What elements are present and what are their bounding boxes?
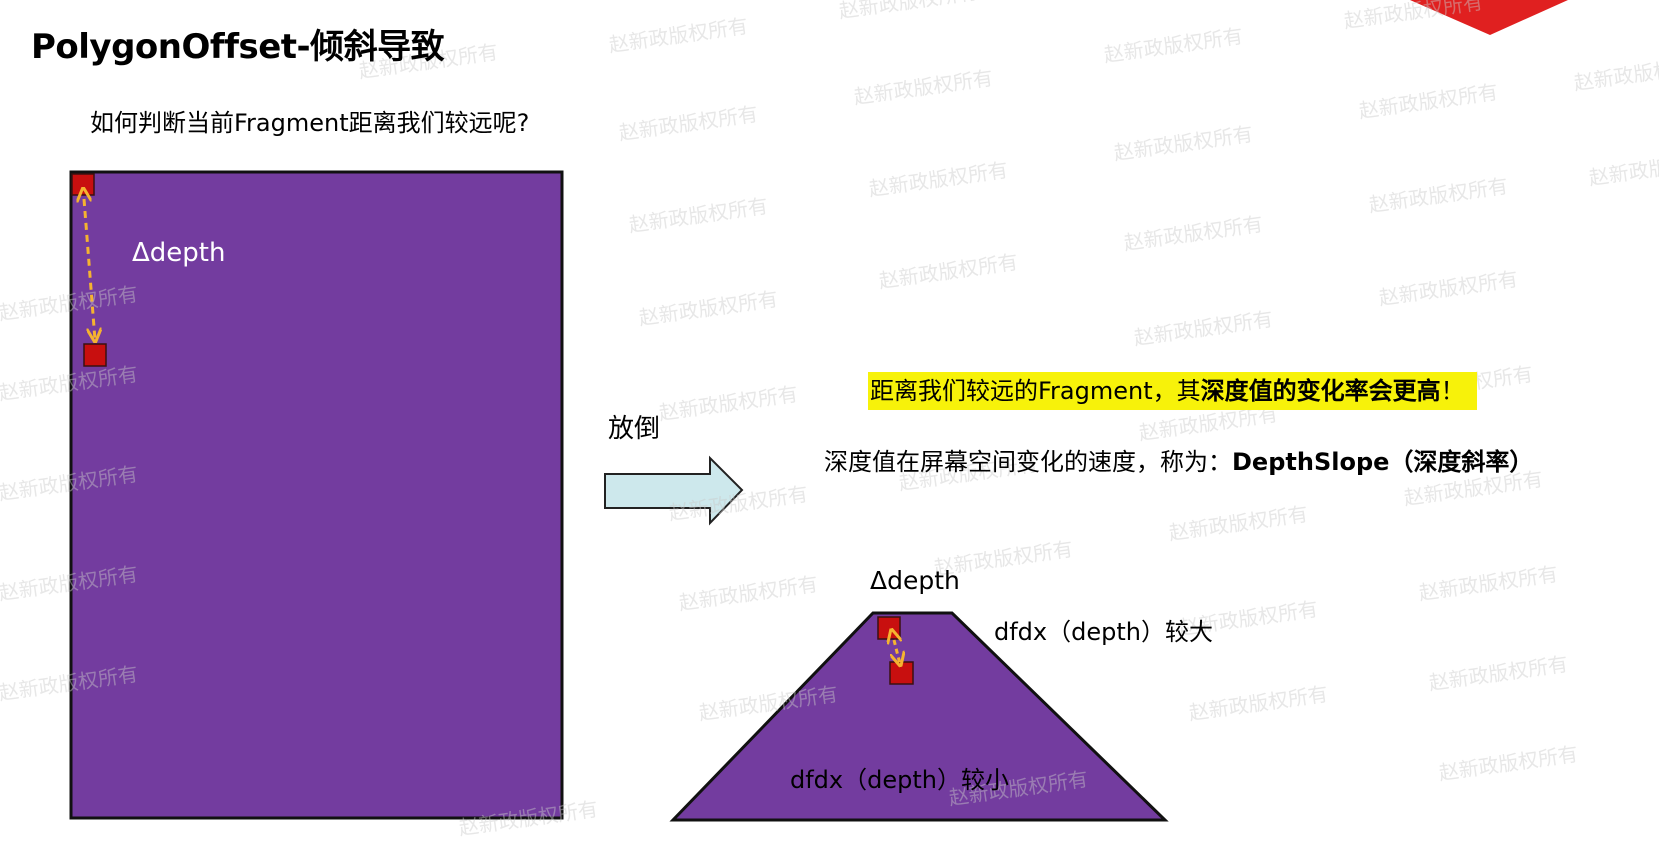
watermark-text: 赵新政版权所有 (1167, 502, 1309, 545)
watermark-text: 赵新政版权所有 (617, 102, 759, 145)
watermark-text: 赵新政版权所有 (867, 158, 1009, 201)
highlight-tail: ！ (1440, 377, 1465, 405)
slide-title: PolygonOffset-倾斜导致 (31, 27, 445, 67)
dfdx-small-label: dfdx（depth）较小 (790, 766, 1009, 794)
watermark-text: 赵新政版权所有 (1427, 652, 1569, 695)
watermark-text: 赵新政版权所有 (877, 250, 1019, 293)
watermark-text: 赵新政版权所有 (1417, 562, 1559, 605)
depth-slope-term: DepthSlope（深度斜率） (1232, 448, 1534, 476)
watermark-text: 赵新政版权所有 (837, 0, 979, 23)
watermark-text: 赵新政版权所有 (1187, 682, 1329, 725)
fragment-rect-upright (69, 170, 564, 820)
watermark-text: 赵新政版权所有 (1437, 742, 1579, 785)
watermark-text: 赵新政版权所有 (1587, 147, 1659, 190)
watermark-text: 赵新政版权所有 (1357, 80, 1499, 123)
watermark-text: 赵新政版权所有 (1572, 52, 1659, 95)
trap-marker-bottom (889, 661, 914, 685)
watermark-text: 赵新政版权所有 (657, 382, 799, 425)
watermark-text: 赵新政版权所有 (637, 287, 779, 330)
watermark-text: 赵新政版权所有 (852, 66, 994, 109)
lay-down-label: 放倒 (608, 414, 661, 444)
dfdx-large-label: dfdx（depth）较大 (994, 618, 1213, 646)
watermark-text: 赵新政版权所有 (627, 194, 769, 237)
trap-delta-label: Δdepth (870, 566, 960, 595)
watermark-text: 赵新政版权所有 (1112, 122, 1254, 165)
watermark-text: 赵新政版权所有 (1102, 24, 1244, 67)
depth-slope-text: 深度值在屏幕空间变化的速度，称为： (824, 448, 1232, 476)
watermark-text: 赵新政版权所有 (1377, 267, 1519, 310)
watermark-text: 赵新政版权所有 (1132, 307, 1274, 350)
question-text: 如何判断当前Fragment距离我们较远呢? (90, 109, 530, 137)
watermark-text: 赵新政版权所有 (677, 572, 819, 615)
rect-marker-bottom (83, 343, 107, 367)
watermark-text: 赵新政版权所有 (1367, 174, 1509, 217)
rect-delta-label: Δdepth (132, 238, 226, 268)
highlight-bold: 深度值的变化率会更高 (1200, 377, 1441, 405)
rect-marker-top (71, 173, 95, 196)
highlight-statement: 距离我们较远的Fragment，其深度值的变化率会更高！ (868, 372, 1477, 410)
watermark-text: 赵新政版权所有 (607, 14, 749, 57)
depth-slope-definition: 深度值在屏幕空间变化的速度，称为：DepthSlope（深度斜率） (824, 442, 1533, 477)
highlight-lead: 距离我们较远的Fragment，其 (870, 377, 1201, 405)
watermark-text: 赵新政版权所有 (1122, 212, 1264, 255)
trap-marker-top (877, 616, 901, 640)
